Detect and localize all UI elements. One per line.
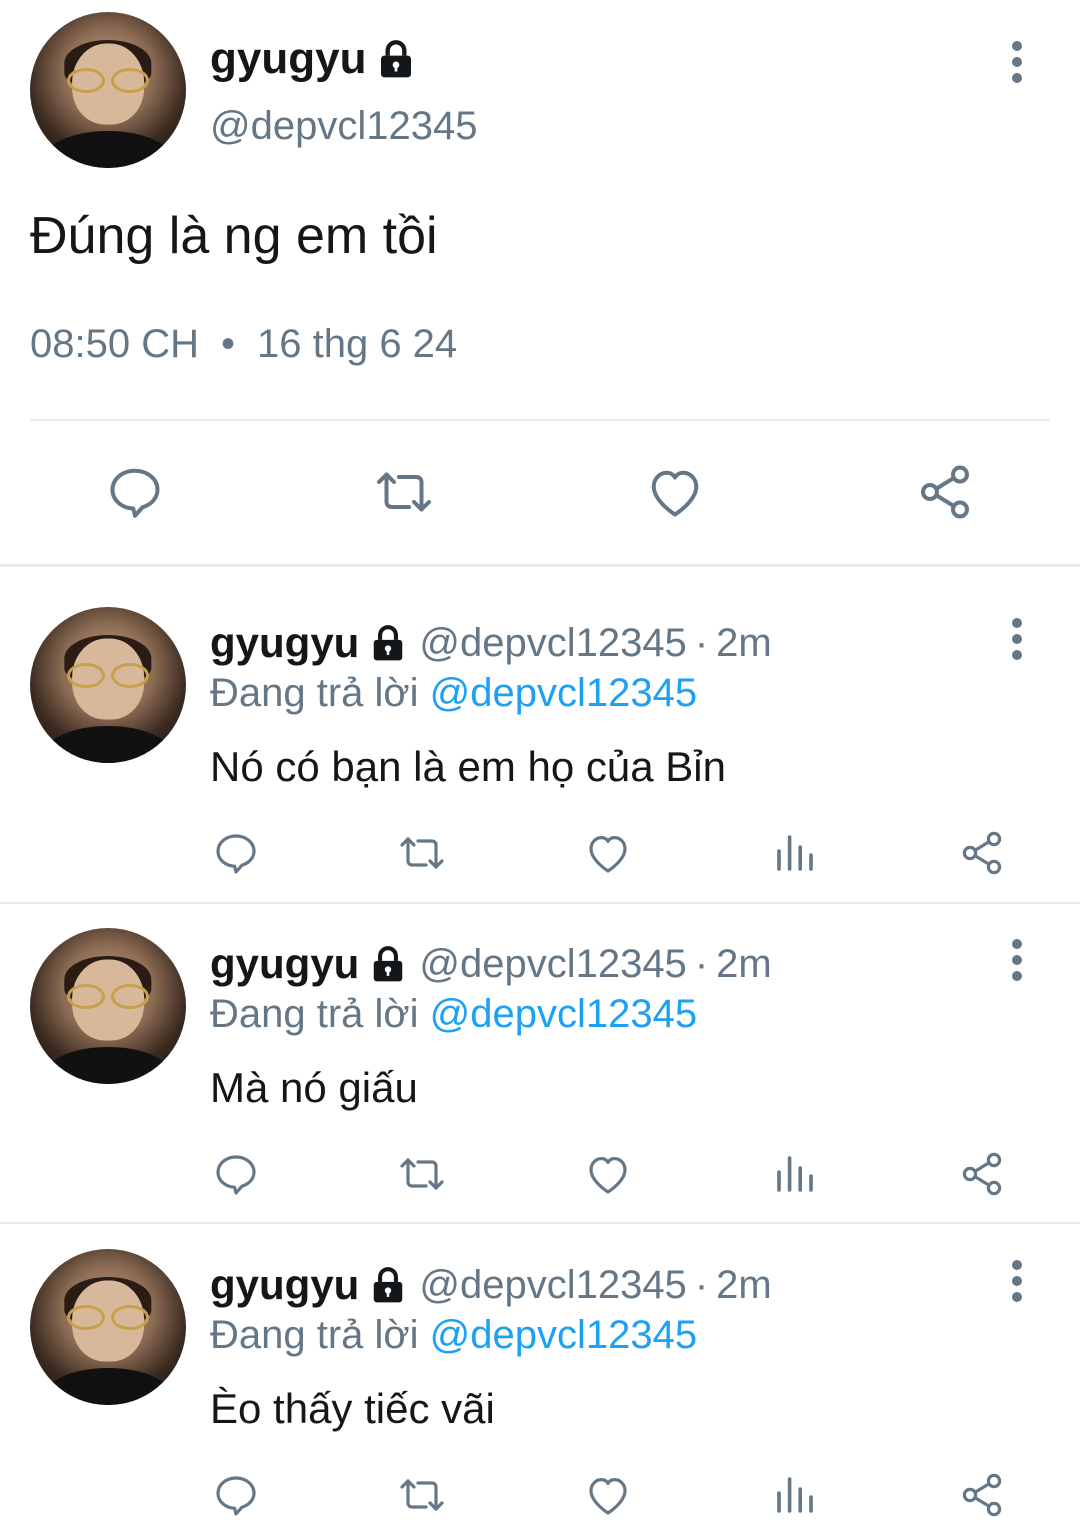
reply-icon[interactable]: [212, 829, 260, 877]
share-icon[interactable]: [958, 1471, 1006, 1519]
retweet-icon[interactable]: [398, 1150, 446, 1198]
retweet-icon[interactable]: [398, 829, 446, 877]
analytics-icon[interactable]: [771, 1150, 819, 1198]
reply-dot: ·: [694, 620, 709, 665]
reply-time: 2m: [716, 941, 772, 986]
reply-handle[interactable]: @depvcl12345: [419, 621, 686, 666]
reply-handle[interactable]: @depvcl12345: [419, 942, 686, 987]
main-avatar[interactable]: [30, 12, 186, 168]
replying-to: Đang trả lời @depvcl12345: [210, 1313, 697, 1358]
main-tweet-meta: 08:50 CH • 16 thg 6 24: [30, 322, 457, 367]
reply-dot: ·: [694, 941, 709, 986]
reply-header: gyugyu @depvcl12345 · 2m: [210, 940, 772, 988]
tweet-time: 08:50 CH: [30, 322, 199, 366]
tweet-date[interactable]: 16 thg 6 24: [257, 322, 457, 367]
reply-text: Nó có bạn là em họ của Bỉn: [210, 743, 726, 790]
reply-icon[interactable]: [212, 1471, 260, 1519]
lock-icon: [374, 946, 403, 982]
reply-divider: [0, 902, 1080, 904]
retweet-icon[interactable]: [398, 1471, 446, 1519]
meta-separator: •: [220, 322, 235, 366]
reply-handle[interactable]: @depvcl12345: [419, 1263, 686, 1308]
retweet-icon[interactable]: [374, 462, 434, 522]
reply-display-name[interactable]: gyugyu: [210, 1261, 359, 1309]
replying-prefix: Đang trả lời: [210, 671, 419, 715]
share-icon[interactable]: [958, 1150, 1006, 1198]
reply-text: Mà nó giấu: [210, 1064, 418, 1111]
main-tweet-text: Đúng là ng em tồi: [30, 207, 438, 265]
like-icon[interactable]: [584, 829, 632, 877]
reply-tweet[interactable]: gyugyu @depvcl12345 · 2m Đang trả lời @d…: [0, 607, 1080, 887]
replying-to: Đang trả lời @depvcl12345: [210, 992, 697, 1037]
section-divider: [0, 564, 1080, 567]
analytics-icon[interactable]: [771, 829, 819, 877]
replying-prefix: Đang trả lời: [210, 1313, 419, 1357]
like-icon[interactable]: [584, 1471, 632, 1519]
reply-icon[interactable]: [105, 462, 165, 522]
reply-dot: ·: [694, 1262, 709, 1307]
reply-time: 2m: [716, 620, 772, 665]
main-handle[interactable]: @depvcl12345: [210, 104, 477, 149]
more-options-icon[interactable]: [1000, 40, 1034, 84]
reply-icon[interactable]: [212, 1150, 260, 1198]
reply-avatar[interactable]: [30, 928, 186, 1084]
replying-mention[interactable]: @depvcl12345: [430, 992, 697, 1036]
reply-avatar[interactable]: [30, 1249, 186, 1405]
more-options-icon[interactable]: [1000, 938, 1034, 982]
replying-prefix: Đang trả lời: [210, 992, 419, 1036]
replying-mention[interactable]: @depvcl12345: [430, 671, 697, 715]
like-icon[interactable]: [584, 1150, 632, 1198]
reply-time: 2m: [716, 1262, 772, 1307]
divider: [30, 419, 1050, 421]
replying-mention[interactable]: @depvcl12345: [430, 1313, 697, 1357]
lock-icon: [374, 1267, 403, 1303]
more-options-icon[interactable]: [1000, 617, 1034, 661]
lock-icon: [381, 40, 412, 78]
like-icon[interactable]: [645, 462, 705, 522]
replying-to: Đang trả lời @depvcl12345: [210, 671, 697, 716]
reply-divider: [0, 1222, 1080, 1224]
analytics-icon[interactable]: [771, 1471, 819, 1519]
main-display-name[interactable]: gyugyu: [210, 34, 416, 84]
reply-avatar[interactable]: [30, 607, 186, 763]
reply-display-name[interactable]: gyugyu: [210, 619, 359, 667]
share-icon[interactable]: [958, 829, 1006, 877]
reply-tweet[interactable]: gyugyu @depvcl12345 · 2m Đang trả lời @d…: [0, 1249, 1080, 1538]
reply-header: gyugyu @depvcl12345 · 2m: [210, 1261, 772, 1309]
more-options-icon[interactable]: [1000, 1259, 1034, 1303]
reply-tweet[interactable]: gyugyu @depvcl12345 · 2m Đang trả lời @d…: [0, 928, 1080, 1208]
reply-header: gyugyu @depvcl12345 · 2m: [210, 619, 772, 667]
main-display-name-text: gyugyu: [210, 34, 367, 83]
lock-icon: [374, 625, 403, 661]
reply-text: Èo thấy tiếc vãi: [210, 1385, 495, 1432]
reply-display-name[interactable]: gyugyu: [210, 940, 359, 988]
share-icon[interactable]: [915, 462, 975, 522]
